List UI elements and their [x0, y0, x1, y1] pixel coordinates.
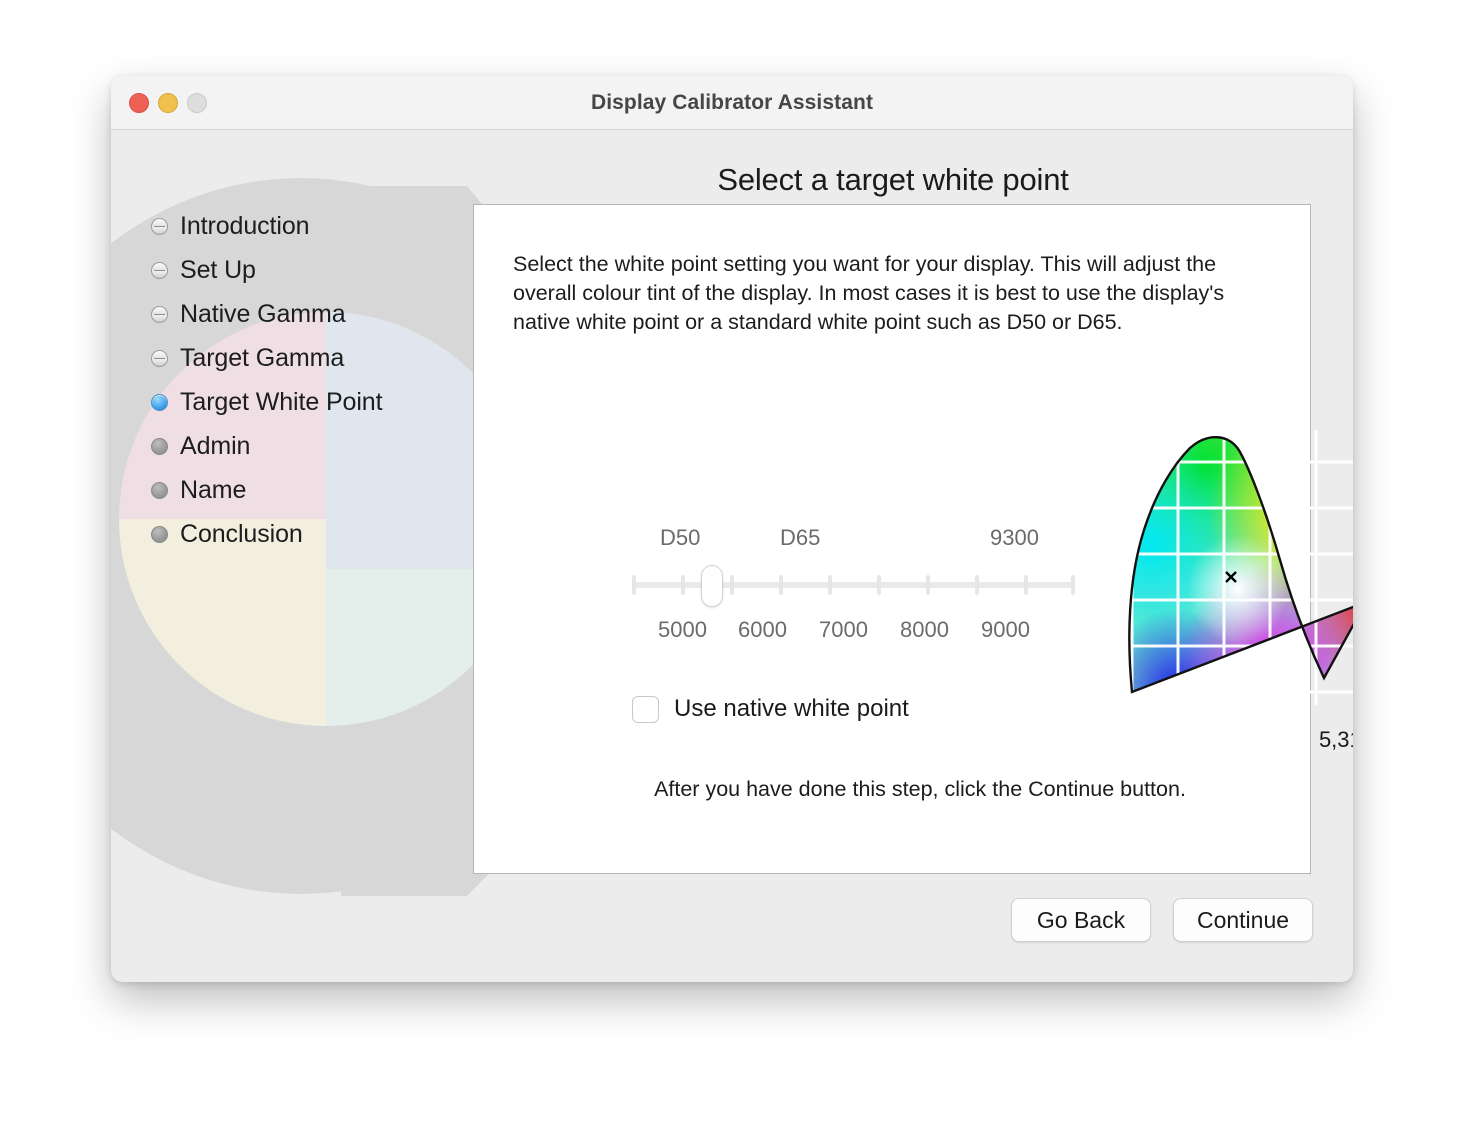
step-bullet-done-icon	[151, 262, 168, 279]
slider-label-d65: D65	[780, 525, 820, 551]
sidebar-item-native-gamma[interactable]: Native Gamma	[151, 292, 481, 336]
slider-tick	[1071, 575, 1075, 595]
slider-label-d50: D50	[660, 525, 700, 551]
slider-label-7000: 7000	[819, 617, 868, 643]
window-title: Display Calibrator Assistant	[111, 76, 1353, 129]
sidebar-item-admin[interactable]: Admin	[151, 424, 481, 468]
sidebar-item-name[interactable]: Name	[151, 468, 481, 512]
slider-tick	[730, 575, 734, 595]
step-bullet-todo-icon	[151, 526, 168, 543]
sidebar-item-introduction[interactable]: Introduction	[151, 204, 481, 248]
slider-label-5000: 5000	[658, 617, 707, 643]
content-panel: Select the white point setting you want …	[473, 204, 1311, 874]
sidebar-item-target-white-point[interactable]: Target White Point	[151, 380, 481, 424]
instruction-text: Select the white point setting you want …	[513, 250, 1263, 337]
sidebar-item-set-up[interactable]: Set Up	[151, 248, 481, 292]
sidebar-item-conclusion[interactable]: Conclusion	[151, 512, 481, 556]
step-bullet-done-icon	[151, 350, 168, 367]
sidebar-item-label: Conclusion	[180, 520, 303, 549]
sidebar-item-label: Set Up	[180, 256, 256, 285]
go-back-button[interactable]: Go Back	[1011, 898, 1151, 942]
slider-thumb[interactable]	[701, 565, 723, 607]
step-bullet-done-icon	[151, 218, 168, 235]
page-title: Select a target white point	[473, 162, 1313, 198]
display-calibrator-window: Display Calibrator Assistant Select a ta…	[111, 76, 1353, 982]
slider-label-8000: 8000	[900, 617, 949, 643]
white-point-slider[interactable]	[632, 565, 1080, 611]
step-bullet-todo-icon	[151, 438, 168, 455]
sidebar-item-label: Admin	[180, 432, 250, 461]
slider-tick	[877, 575, 881, 595]
step-sidebar: Introduction Set Up Native Gamma Target …	[151, 204, 481, 556]
slider-label-9000: 9000	[981, 617, 1030, 643]
sidebar-item-label: Target Gamma	[180, 344, 344, 373]
step-bullet-current-icon	[151, 394, 168, 411]
continue-button[interactable]: Continue	[1173, 898, 1313, 942]
slider-top-labels: D50 D65 9300	[632, 525, 1080, 557]
chromaticity-svg	[1122, 430, 1353, 705]
step-bullet-done-icon	[151, 306, 168, 323]
use-native-white-point-label: Use native white point	[674, 695, 909, 723]
slider-tick	[926, 575, 930, 595]
footer-instruction: After you have done this step, click the…	[474, 777, 1310, 802]
slider-tick	[975, 575, 979, 595]
slider-bottom-labels: 5000 6000 7000 8000 9000	[632, 617, 1080, 649]
step-bullet-todo-icon	[151, 482, 168, 499]
slider-tick	[632, 575, 636, 595]
chromaticity-diagram	[1122, 430, 1353, 705]
slider-label-6000: 6000	[738, 617, 787, 643]
slider-label-9300: 9300	[990, 525, 1039, 551]
sidebar-item-label: Name	[180, 476, 246, 505]
sidebar-item-label: Target White Point	[180, 388, 382, 417]
slider-tick	[828, 575, 832, 595]
slider-tick	[681, 575, 685, 595]
slider-tick	[779, 575, 783, 595]
temperature-value: 5,315	[1074, 727, 1353, 753]
sidebar-item-label: Native Gamma	[180, 300, 346, 329]
button-bar: Go Back Continue	[1011, 898, 1313, 942]
white-point-slider-group: D50 D65 9300 5000 6000	[632, 525, 1080, 649]
sidebar-item-label: Introduction	[180, 212, 309, 241]
use-native-white-point-checkbox[interactable]	[632, 696, 659, 723]
slider-track	[632, 582, 1075, 588]
use-native-white-point-row[interactable]: Use native white point	[632, 695, 909, 723]
sidebar-item-target-gamma[interactable]: Target Gamma	[151, 336, 481, 380]
slider-tick	[1024, 575, 1028, 595]
title-bar: Display Calibrator Assistant	[111, 76, 1353, 130]
